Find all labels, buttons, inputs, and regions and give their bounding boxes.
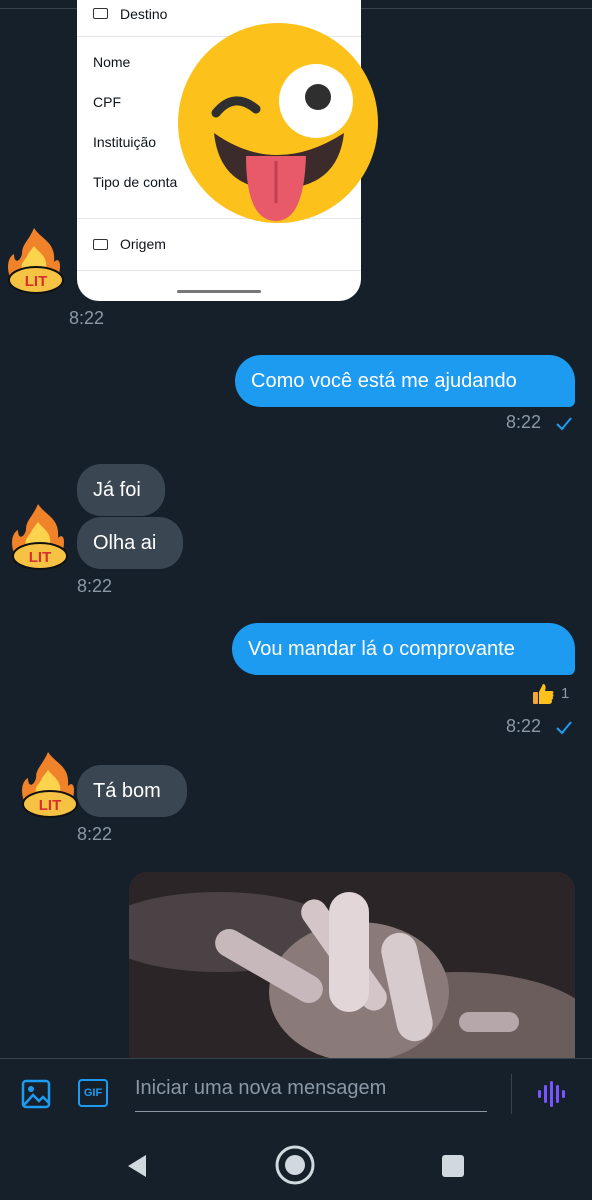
check-icon [556,721,572,735]
gif-icon[interactable]: GIF [78,1079,108,1107]
timestamp: 8:22 [77,824,113,844]
timestamp: 8:22 [69,308,105,328]
message-outgoing[interactable]: Vou mandar lá o comprovante [232,623,575,675]
row-nome: Nome [93,54,131,70]
timestamp: 8:22 [506,412,542,432]
avatar-lit[interactable]: LIT [8,500,68,570]
message-text: Já foi [93,479,141,501]
message-outgoing[interactable]: Como você está me ajudando [235,355,575,407]
recents-icon[interactable] [441,1154,465,1178]
transfer-icon [93,239,108,250]
row-instituicao: Instituição [93,134,157,150]
winking-tongue-emoji [178,23,378,223]
message-text: Como você está me ajudando [251,370,517,392]
divider [511,1074,512,1114]
avatar-text: LIT [25,273,48,290]
back-icon[interactable] [124,1153,150,1179]
handle-bar [177,290,261,293]
thumbs-up-icon[interactable] [531,682,555,706]
media-image[interactable] [129,872,575,1062]
timestamp: 8:22 [506,716,542,736]
message-incoming[interactable]: Já foi [77,464,165,516]
transfer-icon [93,8,108,19]
row-cpf: CPF [93,94,121,110]
message-incoming[interactable]: Tá bom [77,765,187,817]
avatar-lit[interactable]: LIT [4,224,64,294]
avatar-text: LIT [39,797,62,814]
check-icon [556,417,572,431]
media-placeholder [129,872,575,1062]
message-text: Olha ai [93,532,157,554]
avatar-text: LIT [29,549,52,566]
row-destino: Destino [120,6,168,22]
home-icon[interactable] [274,1144,316,1186]
separator [77,270,361,271]
message-text: Tá bom [93,780,161,802]
row-tipo-conta: Tipo de conta [93,174,178,190]
reaction-count: 1 [561,685,570,702]
image-icon[interactable] [20,1078,52,1110]
avatar-lit[interactable]: LIT [18,748,78,818]
message-text: Vou mandar lá o comprovante [248,638,515,660]
message-input[interactable]: Iniciar uma nova mensagem [135,1073,487,1112]
message-incoming[interactable]: Olha ai [77,517,183,569]
row-origem: Origem [120,236,166,252]
voice-icon[interactable] [536,1080,566,1108]
timestamp: 8:22 [77,576,113,596]
